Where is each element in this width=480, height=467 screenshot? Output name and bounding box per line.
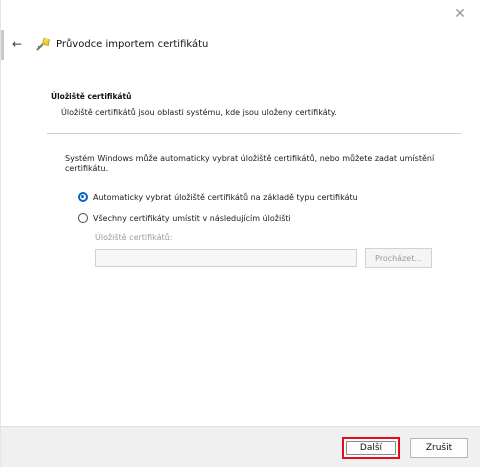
radio-selected-icon[interactable] — [78, 192, 88, 202]
next-button-label: Další — [359, 443, 383, 453]
certificate-import-wizard-dialog: ✕ ← Průvodce importem certifikátu Úložiš… — [0, 0, 480, 467]
radio-option-manual-label: Všechny certifikáty umístit v následujíc… — [93, 213, 291, 223]
next-button[interactable]: Další — [342, 437, 400, 459]
browse-button[interactable]: Procházet... — [365, 248, 432, 268]
certificate-store-input[interactable] — [95, 249, 357, 267]
radio-option-automatic[interactable]: Automaticky vybrat úložiště certifikátů … — [78, 190, 358, 204]
radio-option-automatic-label: Automaticky vybrat úložiště certifikátů … — [93, 192, 358, 202]
window-edge — [1, 30, 4, 60]
header-divider — [47, 133, 461, 134]
radio-unselected-icon[interactable] — [78, 213, 88, 223]
section-heading: Úložiště certifikátů — [51, 92, 132, 101]
section-description: Úložiště certifikátů jsou oblasti systém… — [61, 108, 337, 117]
close-button[interactable]: ✕ — [446, 2, 474, 26]
cancel-button[interactable]: Zrušit — [410, 438, 468, 458]
wizard-footer — [1, 426, 480, 467]
arrow-left-icon: ← — [11, 37, 23, 51]
explanation-text: Systém Windows může automaticky vybrat ú… — [65, 154, 435, 173]
wizard-title: Průvodce importem certifikátu — [56, 38, 209, 50]
wizard-header: ← Průvodce importem certifikátu — [9, 34, 208, 54]
back-button[interactable]: ← — [9, 36, 25, 52]
radio-option-manual[interactable]: Všechny certifikáty umístit v následujíc… — [78, 211, 291, 225]
certificate-wizard-icon — [36, 37, 50, 51]
certificate-store-label: Úložiště certifikátů: — [95, 233, 173, 242]
close-icon: ✕ — [454, 6, 466, 22]
